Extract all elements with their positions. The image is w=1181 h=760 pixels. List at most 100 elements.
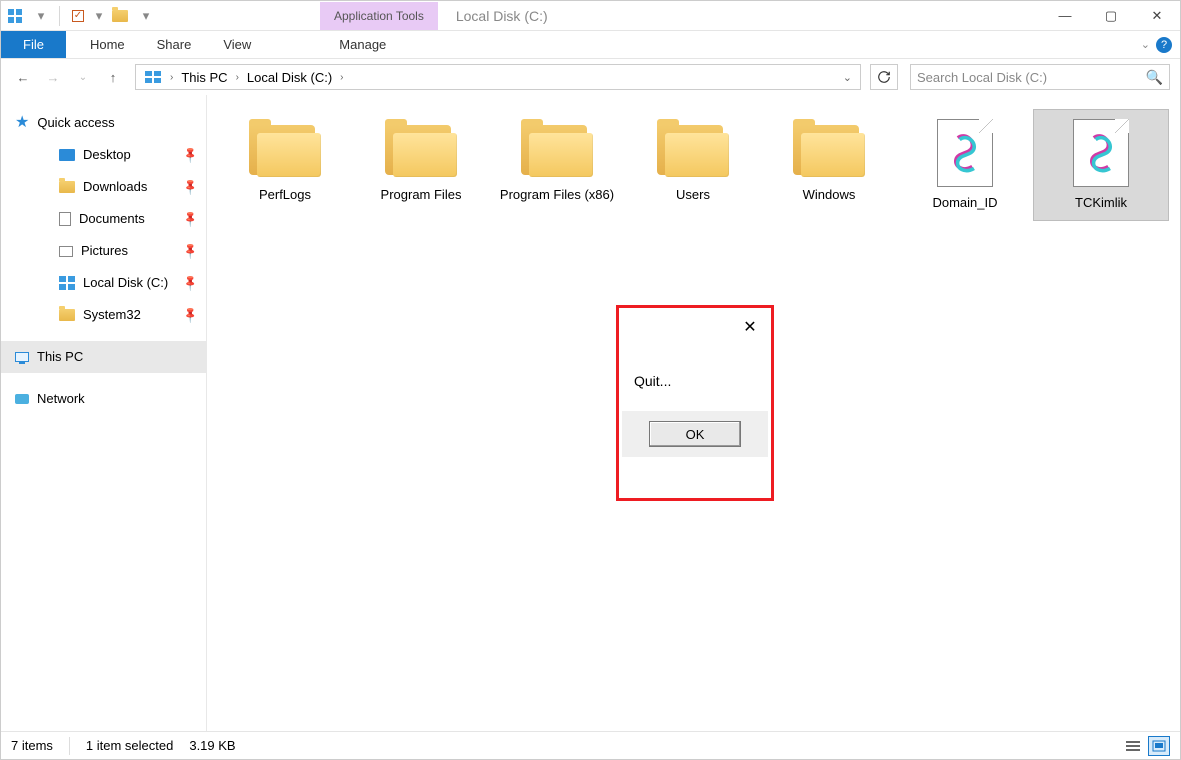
new-folder-icon[interactable] <box>108 4 132 28</box>
sidebar-item-label: Downloads <box>83 175 147 199</box>
picture-icon <box>59 246 73 257</box>
message-dialog: ✕ Quit... OK <box>616 305 774 501</box>
sidebar-item-label: Local Disk (C:) <box>83 271 168 295</box>
view-large-icons-button[interactable] <box>1148 736 1170 756</box>
nav-recent-dropdown[interactable]: ⌄ <box>71 65 95 89</box>
qat-dropdown-icon[interactable]: ▾ <box>92 4 106 28</box>
search-icon[interactable]: 🔍 <box>1146 69 1163 86</box>
qat-customize-icon[interactable]: ▾ <box>134 4 158 28</box>
status-selection: 1 item selected <box>86 738 173 753</box>
folder-item[interactable]: Program Files (x86) <box>489 109 625 221</box>
item-label: TCKimlik <box>1075 195 1127 211</box>
item-label: Program Files <box>381 187 462 203</box>
folder-icon <box>653 119 733 179</box>
pin-icon: 📌 <box>178 142 205 169</box>
item-label: Windows <box>803 187 856 203</box>
folder-icon <box>381 119 461 179</box>
sidebar-item-label: Desktop <box>83 143 131 167</box>
item-label: PerfLogs <box>259 187 311 203</box>
star-icon: ★ <box>15 111 29 135</box>
pin-icon: 📌 <box>178 238 205 265</box>
help-icon[interactable]: ? <box>1156 37 1172 53</box>
sidebar-item-documents[interactable]: Documents 📌 <box>37 203 206 235</box>
navigation-pane: ★ Quick access Desktop 📌 Downloads 📌 Doc… <box>1 95 207 731</box>
pin-icon: 📌 <box>178 270 205 297</box>
sidebar-item-label: Network <box>37 387 85 411</box>
item-label: Program Files (x86) <box>500 187 614 203</box>
script-file-icon <box>1073 119 1129 187</box>
desktop-icon <box>59 149 75 161</box>
folder-icon <box>59 309 75 321</box>
item-label: Domain_ID <box>932 195 997 211</box>
sidebar-item-desktop[interactable]: Desktop 📌 <box>37 139 206 171</box>
chevron-right-icon[interactable]: › <box>336 72 347 83</box>
folder-icon <box>789 119 869 179</box>
sidebar-item-system32[interactable]: System32 📌 <box>37 299 206 331</box>
document-icon <box>59 212 71 226</box>
properties-checkbox-icon[interactable]: ✓ <box>66 4 90 28</box>
tab-manage[interactable]: Manage <box>323 31 402 58</box>
sidebar-this-pc[interactable]: This PC <box>1 341 206 373</box>
sidebar-item-downloads[interactable]: Downloads 📌 <box>37 171 206 203</box>
item-label: Users <box>676 187 710 203</box>
view-details-button[interactable] <box>1122 736 1144 756</box>
dialog-ok-button[interactable]: OK <box>649 421 741 447</box>
qat-dropdown-icon[interactable]: ▾ <box>29 4 53 28</box>
sidebar-item-pictures[interactable]: Pictures 📌 <box>37 235 206 267</box>
script-file-icon <box>937 119 993 187</box>
explorer-icon[interactable] <box>3 4 27 28</box>
title-bar: ▾ ✓ ▾ ▾ Application Tools Local Disk (C:… <box>1 1 1180 31</box>
tab-view[interactable]: View <box>207 31 267 58</box>
ribbon: File Home Share View Manage ⌄ ? <box>1 31 1180 59</box>
nav-bar: ← → ⌄ ↑ › This PC › Local Disk (C:) › ⌄ … <box>1 59 1180 95</box>
search-placeholder: Search Local Disk (C:) <box>917 70 1047 85</box>
contextual-tab-application-tools[interactable]: Application Tools <box>320 2 438 30</box>
close-button[interactable]: ✕ <box>1134 1 1180 31</box>
nav-back-button[interactable]: ← <box>11 65 35 89</box>
network-icon <box>15 394 29 404</box>
window-title: Local Disk (C:) <box>456 8 548 24</box>
breadcrumb-current[interactable]: Local Disk (C:) <box>243 70 336 85</box>
folder-item[interactable]: Users <box>625 109 761 221</box>
status-item-count: 7 items <box>11 738 53 753</box>
chevron-right-icon[interactable]: › <box>232 72 243 83</box>
address-bar[interactable]: › This PC › Local Disk (C:) › ⌄ <box>135 64 861 90</box>
pin-icon: 📌 <box>178 174 205 201</box>
file-item[interactable]: TCKimlik <box>1033 109 1169 221</box>
folder-item[interactable]: Program Files <box>353 109 489 221</box>
windows-drive-icon <box>59 276 75 290</box>
folder-icon <box>245 119 325 179</box>
expand-ribbon-icon[interactable]: ⌄ <box>1141 38 1150 51</box>
sidebar-item-label: Quick access <box>37 111 114 135</box>
refresh-button[interactable] <box>870 64 898 90</box>
folder-item[interactable]: PerfLogs <box>217 109 353 221</box>
sidebar-item-local-disk-c[interactable]: Local Disk (C:) 📌 <box>37 267 206 299</box>
sidebar-network[interactable]: Network <box>1 383 206 415</box>
tab-home[interactable]: Home <box>74 31 141 58</box>
nav-forward-button[interactable]: → <box>41 65 65 89</box>
search-input[interactable]: Search Local Disk (C:) 🔍 <box>910 64 1170 90</box>
sidebar-item-label: Pictures <box>81 239 128 263</box>
tab-file[interactable]: File <box>1 31 66 58</box>
quick-access-toolbar: ▾ ✓ ▾ ▾ <box>1 4 160 28</box>
folder-icon <box>59 181 75 193</box>
chevron-right-icon[interactable]: › <box>166 72 177 83</box>
pin-icon: 📌 <box>178 302 205 329</box>
minimize-button[interactable]: — <box>1042 1 1088 31</box>
sidebar-quick-access[interactable]: ★ Quick access <box>1 107 206 139</box>
this-pc-icon <box>15 352 29 362</box>
tab-share[interactable]: Share <box>141 31 208 58</box>
sidebar-item-label: This PC <box>37 345 83 369</box>
nav-up-button[interactable]: ↑ <box>101 65 125 89</box>
dialog-close-button[interactable]: ✕ <box>740 317 760 337</box>
breadcrumb-this-pc[interactable]: This PC <box>177 70 231 85</box>
sidebar-item-label: Documents <box>79 207 145 231</box>
drive-icon[interactable] <box>140 70 166 84</box>
folder-icon <box>517 119 597 179</box>
address-dropdown-icon[interactable]: ⌄ <box>839 71 856 84</box>
maximize-button[interactable]: ▢ <box>1088 1 1134 31</box>
pin-icon: 📌 <box>178 206 205 233</box>
dialog-message: Quit... <box>622 343 768 411</box>
folder-item[interactable]: Windows <box>761 109 897 221</box>
file-item[interactable]: Domain_ID <box>897 109 1033 221</box>
